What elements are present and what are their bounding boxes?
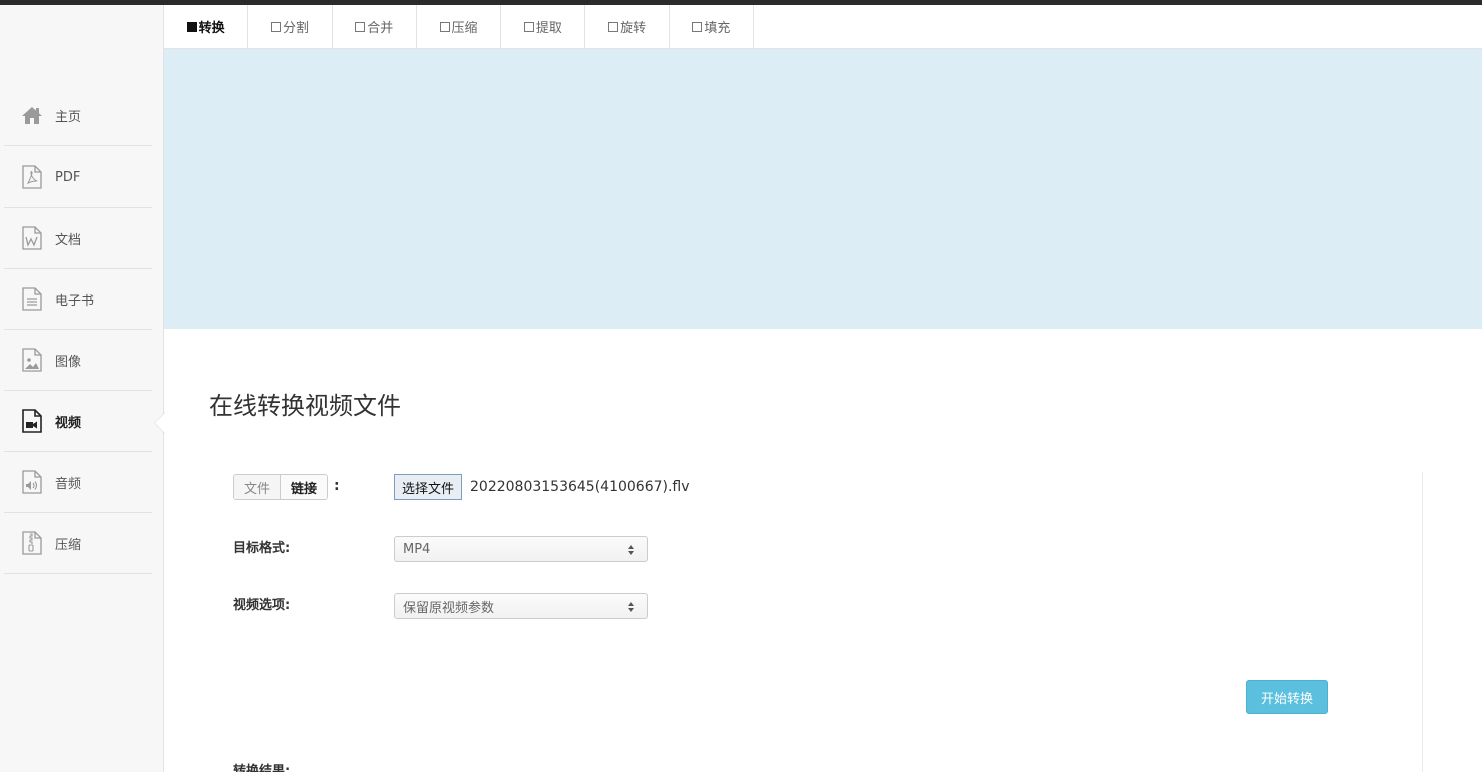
source-link-button[interactable]: 链接 (280, 475, 328, 499)
video-options-select[interactable]: 保留原视频参数 (394, 593, 648, 619)
choose-file-button[interactable]: 选择文件 (394, 474, 463, 500)
ebook-file-icon (20, 287, 44, 311)
tab-merge[interactable]: 合并 (332, 5, 417, 48)
tab-fill[interactable]: 填充 (669, 5, 755, 48)
source-toggle: 文件 链接 (233, 474, 329, 500)
tab-compress[interactable]: 压缩 (416, 5, 502, 48)
video-options-value: 保留原视频参数 (403, 600, 495, 616)
sidebar-item-label: 主页 (55, 109, 82, 125)
page-title: 在线转换视频文件 (209, 392, 401, 420)
selected-file-name: 20220803153645(4100667).flv (470, 479, 690, 495)
checkbox-empty-icon (270, 21, 281, 32)
checkbox-filled-icon (186, 21, 197, 32)
pdf-file-icon (20, 165, 44, 189)
sidebar-item-document[interactable]: 文档 (4, 208, 152, 269)
select-arrows-icon (628, 602, 634, 612)
video-file-icon (20, 409, 44, 433)
source-colon: : (334, 478, 340, 494)
archive-file-icon (20, 531, 44, 555)
home-icon (20, 103, 44, 127)
tab-split[interactable]: 分割 (248, 5, 333, 48)
tab-rotate[interactable]: 旋转 (585, 5, 670, 48)
tab-extract[interactable]: 提取 (501, 5, 586, 48)
target-format-label: 目标格式: (233, 541, 291, 556)
tab-convert[interactable]: 转换 (164, 5, 249, 48)
checkbox-empty-icon (523, 21, 534, 32)
checkbox-empty-icon (608, 21, 619, 32)
video-options-label: 视频选项: (233, 598, 291, 613)
sidebar-item-image[interactable]: 图像 (4, 330, 152, 391)
result-label: 转换结果: (233, 764, 291, 772)
target-format-value: MP4 (403, 541, 431, 557)
sidebar-item-label: 压缩 (55, 537, 82, 553)
sidebar-item-home[interactable]: 主页 (4, 85, 152, 146)
sidebar-item-label: 文档 (55, 232, 82, 248)
sidebar-item-label: 视频 (55, 415, 82, 431)
sidebar-item-audio[interactable]: 音频 (4, 452, 152, 513)
sidebar-item-video[interactable]: 视频 (4, 391, 152, 452)
select-arrows-icon (628, 545, 634, 555)
image-file-icon (20, 348, 44, 372)
source-file-button[interactable]: 文件 (234, 475, 281, 499)
tab-bar: 转换 分割 合并 压缩 提取 旋转 填充 (164, 5, 755, 48)
sidebar-item-pdf[interactable]: PDF (4, 147, 152, 208)
form-panel-border (1422, 472, 1423, 772)
target-format-select[interactable]: MP4 (394, 536, 648, 562)
word-file-icon (20, 226, 44, 250)
sidebar-item-archive[interactable]: 压缩 (4, 513, 152, 574)
sidebar-item-label: 图像 (55, 354, 82, 370)
banner-area (164, 49, 1482, 329)
start-convert-button[interactable]: 开始转换 (1246, 680, 1328, 714)
checkbox-empty-icon (355, 21, 366, 32)
sidebar-item-label: 电子书 (55, 293, 95, 309)
active-pointer (155, 413, 165, 433)
sidebar-item-ebook[interactable]: 电子书 (4, 269, 152, 330)
audio-file-icon (20, 470, 44, 494)
sidebar-item-label: 音频 (55, 476, 82, 492)
sidebar-item-label: PDF (55, 169, 81, 185)
checkbox-empty-icon (692, 21, 703, 32)
checkbox-empty-icon (439, 21, 450, 32)
